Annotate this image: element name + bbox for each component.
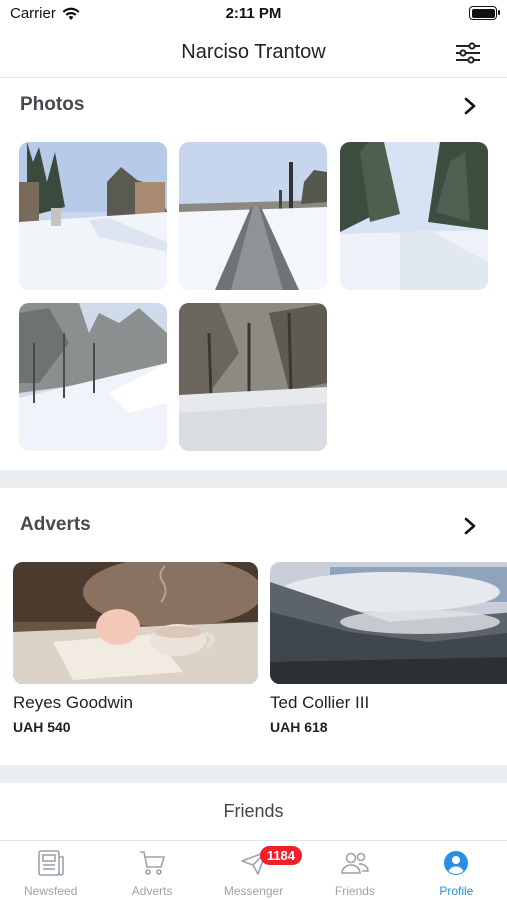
advert-name: Reyes Goodwin — [13, 693, 134, 712]
photos-header[interactable]: Photos — [0, 80, 507, 130]
chevron-right-icon[interactable] — [463, 97, 477, 115]
advert-price: UAH 540 — [13, 719, 71, 735]
friends-title[interactable]: Friends — [0, 801, 507, 822]
tab-adverts[interactable]: Adverts — [101, 841, 202, 900]
newspaper-icon — [37, 850, 64, 876]
people-icon — [341, 852, 369, 874]
filter-button[interactable] — [455, 41, 481, 65]
unread-badge: 1184 — [259, 846, 303, 865]
advert-card-1[interactable]: Reyes Goodwin UAH 540 — [13, 562, 258, 735]
adverts-header[interactable]: Adverts — [0, 500, 507, 550]
advert-price: UAH 618 — [270, 719, 328, 735]
chevron-right-icon[interactable] — [463, 517, 477, 535]
photo-thumbnail-3[interactable] — [340, 142, 488, 290]
page-title: Narciso Trantow — [181, 41, 326, 63]
photo-thumbnail-1[interactable] — [19, 142, 167, 290]
battery-icon — [469, 6, 500, 20]
photo-thumbnail-2[interactable] — [179, 142, 327, 290]
tab-label: Newsfeed — [24, 884, 78, 898]
tab-friends[interactable]: Friends — [304, 841, 405, 900]
tab-bar: Newsfeed Adverts 1184 Messenger Friends … — [0, 840, 507, 900]
status-bar: Carrier 2:11 PM — [0, 0, 507, 28]
advert-card-2[interactable]: Ted Collier III UAH 618 — [270, 562, 507, 735]
tab-label: Profile — [439, 884, 474, 898]
photo-thumbnail-4[interactable] — [19, 303, 167, 451]
adverts-title: Adverts — [20, 514, 91, 535]
advert-name: Ted Collier III — [270, 693, 370, 712]
tab-profile[interactable]: Profile — [406, 841, 507, 900]
nav-bar: Narciso Trantow — [0, 28, 507, 78]
tab-label: Adverts — [131, 884, 173, 898]
section-divider — [0, 765, 507, 783]
sliders-icon — [456, 42, 480, 64]
tab-label: Messenger — [223, 884, 284, 898]
tab-messenger[interactable]: 1184 Messenger — [203, 841, 304, 900]
profile-icon — [444, 851, 469, 875]
cart-icon — [140, 851, 165, 875]
section-divider — [0, 470, 507, 488]
photo-thumbnail-5[interactable] — [179, 303, 327, 451]
status-time: 2:11 PM — [225, 5, 282, 22]
advert-image — [13, 562, 258, 684]
tab-label: Friends — [334, 884, 375, 898]
advert-image — [270, 562, 507, 684]
photos-title: Photos — [20, 94, 85, 115]
tab-newsfeed[interactable]: Newsfeed — [0, 841, 101, 900]
